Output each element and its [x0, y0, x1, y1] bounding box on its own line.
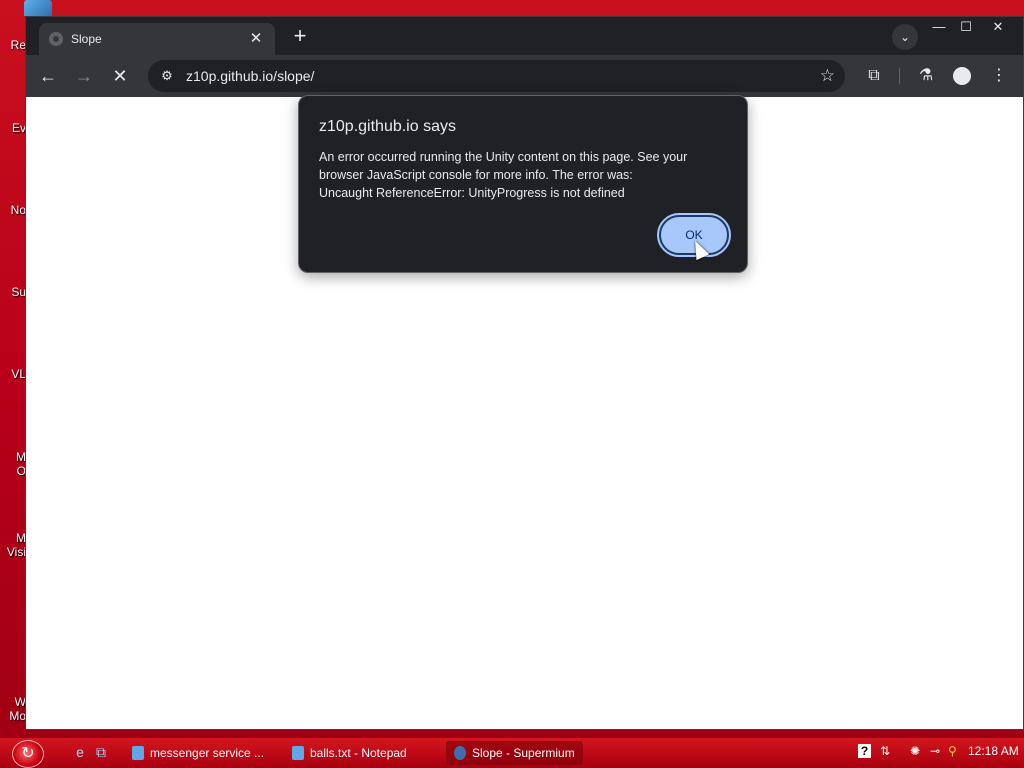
address-bar[interactable]: ⚙ z10p.github.io/slope/ ☆ [148, 60, 845, 92]
menu-icon[interactable]: ⋮ [987, 64, 1011, 88]
tab-title: Slope [71, 32, 102, 46]
alert-dialog: z10p.github.io says An error occurred ru… [298, 95, 748, 273]
back-button[interactable]: ← [36, 64, 60, 88]
desktop-icon-label[interactable]: M [0, 450, 26, 464]
desktop-icon-label[interactable]: W [0, 695, 26, 709]
dialog-message-line: Uncaught ReferenceError: UnityProgress i… [319, 186, 625, 200]
tab-search-button[interactable]: ⌄ [892, 24, 918, 50]
bookmark-star-icon[interactable]: ☆ [820, 66, 835, 86]
desktop-icon-label[interactable]: Ev [0, 121, 26, 135]
desktop-icon-label[interactable]: No [0, 203, 26, 217]
labs-icon[interactable]: ⚗ [914, 64, 938, 88]
document-icon [132, 746, 144, 760]
desktop-icon-label[interactable]: VL [0, 367, 26, 381]
network-icon[interactable]: ⇅ [880, 744, 890, 758]
new-tab-button[interactable]: + [288, 25, 312, 49]
help-icon[interactable]: ? [858, 744, 871, 758]
dialog-message: An error occurred running the Unity cont… [319, 148, 727, 202]
desktop-icon-label[interactable]: Visi [0, 545, 26, 559]
taskbar-item-label: messenger service ... [150, 746, 265, 760]
minimize-button[interactable]: — [924, 17, 954, 37]
supermium-icon [454, 746, 466, 760]
volume-icon[interactable]: ⊸ [930, 744, 940, 758]
profile-avatar[interactable] [953, 67, 971, 85]
desktop-icon-label[interactable]: Re [0, 38, 26, 52]
taskbar-item-notepad[interactable]: balls.txt - Notepad [284, 741, 415, 765]
maximize-button[interactable]: ☐ [951, 17, 981, 37]
tab-strip: Slope ✕ + ⌄ — ☐ ✕ [26, 17, 1023, 55]
taskbar-item-messenger[interactable]: messenger service ... [124, 741, 272, 765]
settings-icon[interactable]: ✺ [910, 744, 920, 758]
forward-button[interactable]: → [72, 64, 96, 88]
taskbar-item-label: balls.txt - Notepad [310, 746, 407, 760]
desktop-icon-label[interactable]: Mo [0, 709, 26, 723]
toolbar-divider [899, 68, 900, 84]
clock[interactable]: 12:18 AM [968, 744, 1019, 758]
browser-quicklaunch-icon[interactable]: e [72, 744, 88, 760]
desktop-top-icon[interactable] [24, 0, 52, 16]
taskbar-item-label: Slope - Supermium [472, 746, 575, 760]
tab-close-icon[interactable]: ✕ [247, 31, 265, 47]
site-info-icon[interactable]: ⚙ [156, 68, 178, 84]
notepad-icon [292, 746, 304, 760]
dialog-message-line: An error occurred running the Unity cont… [319, 150, 688, 164]
dialog-message-line: browser JavaScript console for more info… [319, 168, 633, 182]
desktop-icon-label[interactable]: O [0, 464, 26, 478]
search-icon[interactable]: ⚲ [948, 744, 957, 758]
extensions-icon[interactable]: ⧉ [862, 64, 886, 88]
tab-slope[interactable]: Slope ✕ [39, 23, 275, 55]
close-window-button[interactable]: ✕ [983, 17, 1013, 37]
taskbar-item-supermium[interactable]: Slope - Supermium [446, 741, 583, 765]
desktop-icon-label[interactable]: Su [0, 285, 26, 299]
stop-loading-button[interactable]: ✕ [108, 64, 132, 88]
dialog-title: z10p.github.io says [319, 118, 456, 135]
browser-toolbar: ← → ✕ ⚙ z10p.github.io/slope/ ☆ ⧉ ⚗ ⋮ [26, 55, 1023, 97]
show-desktop-icon[interactable]: ⧉ [93, 744, 109, 760]
start-button[interactable]: ↻ [12, 740, 44, 768]
loading-favicon-icon [49, 32, 63, 46]
desktop-icon-label[interactable]: M [0, 531, 26, 545]
url-text[interactable]: z10p.github.io/slope/ [186, 68, 314, 84]
